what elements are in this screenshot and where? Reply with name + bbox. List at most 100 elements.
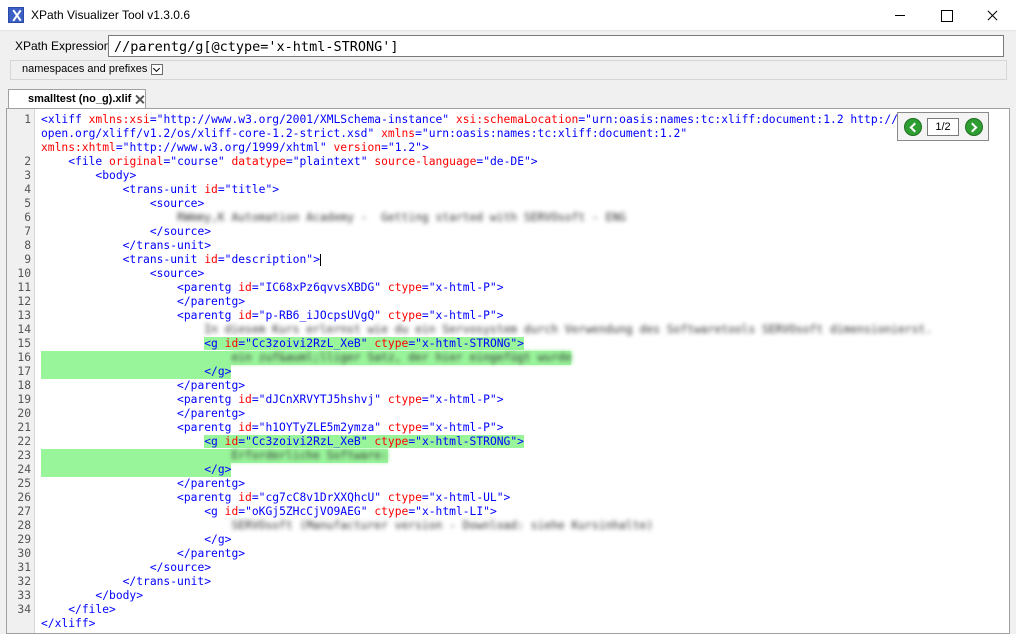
code-area[interactable]: 1 <xliff xmlns:xsi="http://www.w3.org/200… (7, 113, 1009, 631)
xml-token: id (217, 435, 239, 448)
line-content: </g> (41, 533, 231, 547)
minimize-button[interactable] (877, 0, 923, 30)
code-line: 21 <parentg id="h1OYTyZLE5m2ymza" ctype=… (7, 421, 1009, 435)
line-content: <parentg id="IC68xPz6qvvsXBDG" ctype="x-… (41, 281, 504, 295)
tab-smalltest[interactable]: smalltest (no_g).xlif (8, 89, 146, 109)
line-content: <trans-unit id="description"> (41, 253, 321, 267)
xml-token: parentg (190, 379, 239, 392)
xml-token: "IC68xPz6qvvsXBDG" (258, 281, 382, 294)
xml-token: parentg (190, 547, 239, 560)
xml-token: > (197, 267, 205, 280)
line-number: 26 (17, 491, 31, 504)
xml-token: "x-html-P" (428, 393, 497, 406)
code-line: </xliff> (7, 617, 1009, 631)
xml-token: parentg (190, 477, 239, 490)
xml-token: xliff (54, 617, 89, 630)
code-line: 9 <trans-unit id="description"> (7, 253, 1009, 267)
xml-token: ctype (367, 337, 409, 350)
xml-token: "course" (170, 155, 225, 168)
namespaces-panel: namespaces and prefixes (10, 60, 1007, 80)
line-content: <xliff xmlns:xsi="http://www.w3.org/2001… (41, 113, 973, 127)
xml-token: </ (41, 295, 191, 308)
xml-token: ctype (367, 435, 409, 448)
code-line: 6 RWmmy,K Automation Academy - Getting s… (7, 211, 1009, 225)
line-content: <file original="course" datatype="plaint… (41, 155, 537, 169)
xml-token: ctype (381, 393, 422, 406)
xml-token: > (238, 547, 246, 560)
namespaces-expand-toggle[interactable] (151, 64, 163, 75)
xml-token: id (197, 183, 218, 196)
xml-editor[interactable]: 1 <xliff xmlns:xsi="http://www.w3.org/200… (6, 108, 1010, 634)
xml-token: id (197, 253, 218, 266)
code-line: 22 <g id="Cc3zoivi2RzL_XeB" ctype="x-htm… (7, 435, 1009, 449)
line-content: </file> (41, 603, 116, 617)
line-number: 15 (17, 337, 31, 350)
code-line: 27 <g id="oKGj5ZHcCjVO9AEG" ctype="x-htm… (7, 505, 1009, 519)
xml-token: < (41, 169, 103, 182)
xml-token: > (238, 407, 246, 420)
tab-label: smalltest (no_g).xlif (28, 93, 132, 105)
code-line: 19 <parentg id="dJCnXRVYTJ5hshvj" ctype=… (7, 393, 1009, 407)
xml-token: body (102, 169, 130, 182)
line-number: 13 (17, 309, 31, 322)
line-number: 28 (17, 519, 31, 532)
previous-match-button[interactable] (904, 118, 922, 136)
code-line: 14 In diesem Kurs erlernst wie du ein Se… (7, 323, 1009, 337)
xml-token: source-language (367, 155, 477, 168)
xml-token: g (217, 533, 225, 546)
xml-token: "Cc3zoivi2RzL_XeB" (245, 435, 368, 448)
xml-token: "1.2" (387, 141, 422, 154)
xml-token: > (204, 225, 212, 238)
code-line: 3 <body> (7, 169, 1009, 183)
xml-token: < (41, 267, 157, 280)
maximize-button[interactable] (923, 0, 969, 30)
line-number: 22 (17, 435, 31, 448)
line-content: </trans-unit> (41, 239, 211, 253)
tab-close-icon[interactable] (134, 94, 145, 105)
xml-token: < (41, 253, 130, 266)
xml-token: < (41, 281, 184, 294)
xml-token: parentg (183, 393, 232, 406)
line-content: </g> (41, 463, 232, 477)
xml-token: < (41, 113, 48, 126)
xml-token: < (41, 491, 184, 504)
xml-token: > (238, 379, 246, 392)
xml-token: "h1OYTyZLE5m2ymza" (258, 421, 382, 434)
code-line: 5 <source> (7, 197, 1009, 211)
line-content: <parentg id="dJCnXRVYTJ5hshvj" ctype="x-… (41, 393, 504, 407)
xml-token: > (272, 183, 280, 196)
line-number: 9 (24, 253, 31, 266)
line-content: <body> (41, 169, 136, 183)
line-number: 3 (24, 169, 31, 182)
close-button[interactable] (970, 0, 1016, 30)
line-content: </parentg> (41, 547, 245, 561)
xml-token: = (149, 113, 157, 126)
line-content: <source> (41, 267, 204, 281)
xml-token: </ (41, 379, 191, 392)
line-number: 24 (17, 463, 31, 476)
xml-token: ctype (381, 309, 422, 322)
xml-token (41, 435, 204, 448)
xml-token: "oKGj5ZHcCjVO9AEG" (245, 505, 368, 518)
text-node: Erforderliche Software: (231, 449, 388, 462)
line-content: <source> (41, 197, 204, 211)
xml-token: "plaintext" (292, 155, 368, 168)
next-match-button[interactable] (965, 118, 983, 136)
line-number: 18 (17, 379, 31, 392)
xml-token: parentg (183, 421, 232, 434)
xpath-expression-input[interactable] (108, 35, 1004, 57)
xml-token: = (381, 141, 388, 154)
line-number: 19 (17, 393, 31, 406)
xml-token: datatype (224, 155, 286, 168)
xml-token: body (109, 589, 137, 602)
text-node: ein zuf&auml;lliger Satz, der hier einge… (231, 351, 572, 364)
xml-token: id (217, 505, 239, 518)
code-line: 4 <trans-unit id="title"> (7, 183, 1009, 197)
xml-token (41, 323, 204, 336)
line-content: </source> (41, 561, 211, 575)
xml-token: "http://www.w3.org/2001/XMLSchema-instan… (156, 113, 450, 126)
code-line: 2 <file original="course" datatype="plai… (7, 155, 1009, 169)
xml-token: "cg7cC8v1DrXXQhcU" (258, 491, 382, 504)
line-number: 25 (17, 477, 31, 490)
xml-token: parentg (190, 407, 239, 420)
